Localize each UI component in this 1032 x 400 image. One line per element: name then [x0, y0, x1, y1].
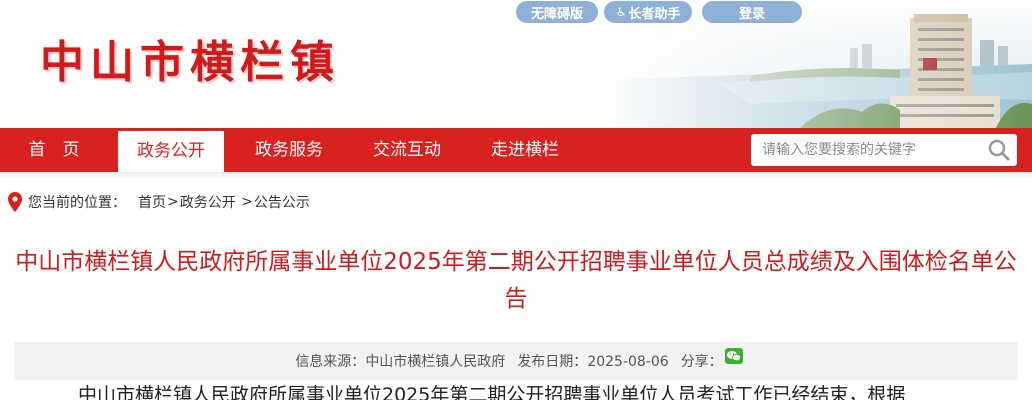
share-label: 分享： — [680, 354, 723, 370]
wechat-share-icon[interactable] — [724, 348, 743, 364]
article-meta-bar: 信息来源：中山市横栏镇人民政府 发布日期：2025-08-06 分享： — [14, 342, 1018, 380]
accessibility-button[interactable]: 无障碍版 — [516, 1, 598, 23]
elder-assistant-label: 长者助手 — [628, 6, 681, 22]
date-label: 发布日期： — [517, 354, 588, 370]
login-button[interactable]: 登录 — [702, 1, 802, 23]
breadcrumb-government-affairs[interactable]: 政务公开 — [180, 192, 236, 212]
nav-divider — [0, 172, 1032, 178]
date-value: 2025-08-06 — [587, 354, 669, 370]
breadcrumb-separator: > — [236, 194, 253, 210]
meta-date: 发布日期：2025-08-06 — [517, 351, 668, 371]
nav-item-government-services[interactable]: 政务服务 — [236, 128, 342, 172]
source-value: 中山市横栏镇人民政府 — [365, 354, 506, 370]
nav-item-home[interactable]: 首 页 — [0, 128, 108, 172]
search-icon[interactable] — [987, 138, 1011, 162]
person-icon: ♿ — [615, 5, 627, 19]
nav-item-about-henglan[interactable]: 走进横栏 — [472, 128, 578, 172]
breadcrumb-prefix: 您当前的位置： — [28, 195, 126, 211]
search-input[interactable] — [751, 134, 979, 166]
breadcrumb-announcements[interactable]: 公告公示 — [254, 192, 310, 212]
nav-item-government-affairs[interactable]: 政务公开 — [118, 128, 224, 172]
top-links: 无障碍版 ♿ 长者助手 登录 — [516, 1, 802, 23]
meta-source: 信息来源：中山市横栏镇人民政府 — [295, 351, 505, 371]
site-header: 中山市横栏镇 无障碍版 ♿ 长者助手 登录 — [0, 0, 1032, 128]
source-label: 信息来源： — [295, 354, 366, 370]
article-meta: 信息来源：中山市横栏镇人民政府 发布日期：2025-08-06 分享： — [14, 342, 1018, 380]
breadcrumb-home[interactable]: 首页 — [138, 192, 166, 212]
login-label: 登录 — [738, 6, 765, 22]
article-title: 中山市横栏镇人民政府所属事业单位2025年第二期公开招聘事业单位人员总成绩及入围… — [15, 249, 1017, 312]
search-box — [751, 134, 1017, 166]
site-title[interactable]: 中山市横栏镇 — [40, 26, 340, 90]
accessibility-label: 无障碍版 — [530, 6, 583, 22]
breadcrumb-separator: > — [167, 194, 179, 210]
nav-item-interaction[interactable]: 交流互动 — [354, 128, 460, 172]
location-pin-icon — [8, 192, 22, 212]
elder-assistant-button[interactable]: ♿ 长者助手 — [604, 1, 692, 23]
main-nav: 首 页 政务公开 政务服务 交流互动 走进横栏 — [0, 128, 1032, 172]
article-body-first-line: 中山市横栏镇人民政府所属事业单位2025年第二期公开招聘事业单位人员考试工作已经… — [78, 384, 906, 400]
breadcrumb: 您当前的位置： 首页 > 政务公开 > 公告公示 — [8, 190, 310, 214]
